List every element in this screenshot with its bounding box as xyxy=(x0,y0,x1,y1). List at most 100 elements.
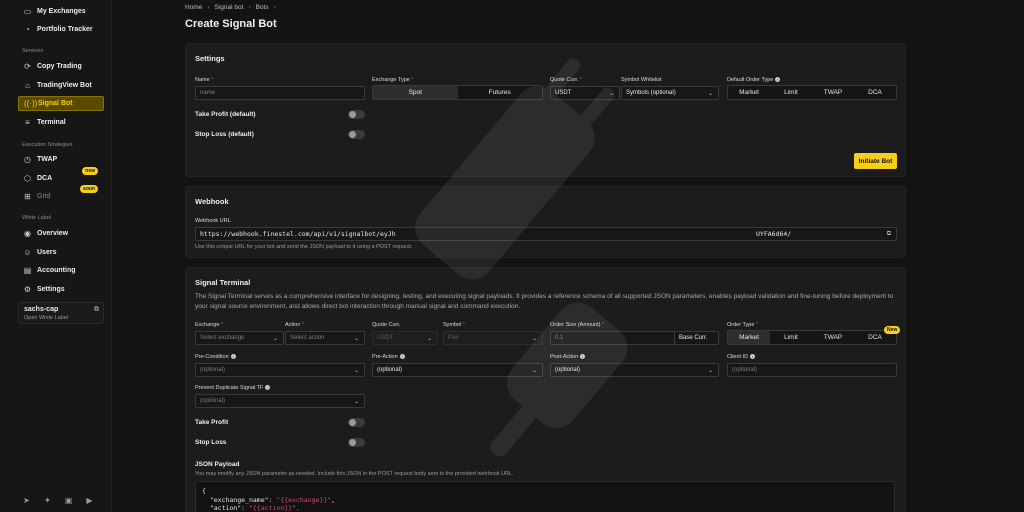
chevron-right-icon: › xyxy=(273,4,276,11)
webhook-url-start: https://webhook.finestel.com/api/v1/sign… xyxy=(200,230,396,238)
take-profit-toggle[interactable] xyxy=(348,418,365,427)
pre-condition-select[interactable]: (optional) ⌄ xyxy=(195,363,365,377)
webhook-url-label: Webhook URL xyxy=(195,218,231,224)
json-payload-title: JSON Payload xyxy=(195,461,240,468)
telegram-icon[interactable]: ➤ xyxy=(22,496,31,505)
json-value: "{{exchange}}" xyxy=(276,495,332,504)
settings-icon: ⚙ xyxy=(23,285,32,294)
info-icon: i xyxy=(399,354,405,360)
terminal-order-type-limit[interactable]: Limit xyxy=(770,331,812,344)
symbol-whitelist-label: Symbol Whitelist xyxy=(621,77,662,83)
linkedin-icon[interactable]: ▣ xyxy=(64,496,73,505)
section-services: Services xyxy=(22,48,44,54)
json-payload-hint: You may modify any JSON parameter as nee… xyxy=(195,471,514,477)
sidebar-item-signal-bot[interactable]: ((·)) Signal Bot xyxy=(18,96,104,111)
client-id-input[interactable]: (optional) xyxy=(727,363,897,377)
initiate-bot-button[interactable]: Initiate Bot xyxy=(854,153,897,169)
settings-card: Settings Name * name Exchange Type * Spo… xyxy=(185,43,906,177)
white-label-open: Open White Label xyxy=(24,315,69,321)
name-input[interactable]: name xyxy=(195,86,365,100)
info-icon: i xyxy=(750,354,756,360)
default-order-type-label: Default Order Type i xyxy=(727,77,781,83)
webhook-url-field[interactable]: https://webhook.finestel.com/api/v1/sign… xyxy=(195,227,897,241)
section-white-label: White Label xyxy=(22,215,52,221)
pre-action-select[interactable]: (optional) ⌄ xyxy=(372,363,543,377)
sidebar-item-dca[interactable]: ⬡ DCA new xyxy=(18,167,104,186)
breadcrumb-home[interactable]: Home xyxy=(185,4,202,11)
copy-icon: ⟳ xyxy=(24,62,31,71)
exchange-type-futures[interactable]: Futures xyxy=(458,86,543,99)
sidebar-item-overview[interactable]: ◉ Overview xyxy=(18,226,104,241)
chevron-down-icon: ⌄ xyxy=(353,335,359,342)
stop-loss-toggle[interactable] xyxy=(348,438,365,447)
exchange-type-spot[interactable]: Spot xyxy=(373,86,458,99)
sidebar-item-grid: ⊞ Grid soon xyxy=(18,185,104,204)
stop-loss-label: Stop Loss xyxy=(195,439,227,446)
white-label-card[interactable]: sachs-cap Open White Label ⧉ xyxy=(18,302,104,324)
prevent-duplicate-label: Prevent Duplicate Signal TF i xyxy=(195,385,271,391)
exchange-type-toggle: Spot Futures xyxy=(372,85,543,100)
chevron-down-icon: ⌄ xyxy=(272,335,278,342)
base-currency-unit[interactable]: Base Curr. xyxy=(674,332,707,344)
youtube-icon[interactable]: ▶ xyxy=(85,496,94,505)
order-type-limit[interactable]: Limit xyxy=(770,86,812,99)
order-type-toggle: Market Limit TWAP DCA xyxy=(727,330,897,345)
order-size-input[interactable]: 0.1 Base Curr. xyxy=(550,331,719,345)
order-type-dca[interactable]: DCA xyxy=(854,86,896,99)
twitter-icon[interactable]: ✦ xyxy=(43,496,52,505)
settings-title: Settings xyxy=(195,54,225,63)
chevron-down-icon: ⌄ xyxy=(353,398,359,405)
pre-action-label: Pre-Action i xyxy=(372,354,405,360)
sidebar-item-copy-trading[interactable]: ⟳ Copy Trading xyxy=(18,59,104,74)
signal-icon: ((·)) xyxy=(24,99,38,108)
sidebar-item-tradingview-bot[interactable]: ⌂ TradingView Bot xyxy=(18,78,104,93)
order-type-twap[interactable]: TWAP xyxy=(812,86,854,99)
symbol-select: Pair ⌄ xyxy=(443,331,543,345)
sidebar-item-twap[interactable]: ◷ TWAP xyxy=(18,152,104,167)
quote-currency-label: Quote Curr. * xyxy=(550,77,583,83)
terminal-order-type-twap[interactable]: TWAP xyxy=(812,331,854,344)
quote-currency-select[interactable]: USDT ⌄ xyxy=(550,86,620,100)
soon-badge: soon xyxy=(80,185,98,193)
webhook-url-end: UYFA6d64/ xyxy=(756,230,792,238)
symbol-whitelist-value: Symbols (optional) xyxy=(626,90,676,96)
json-value: "{{action}}", xyxy=(248,504,300,512)
breadcrumb-signal-bot[interactable]: Signal bot xyxy=(215,4,244,11)
grid-icon: ⊞ xyxy=(24,192,31,201)
copy-icon[interactable]: ⧉ xyxy=(887,230,891,238)
prevent-duplicate-select[interactable]: (optional) ⌄ xyxy=(195,394,365,408)
stop-loss-default-toggle[interactable] xyxy=(348,130,365,139)
terminal-order-type-market[interactable]: Market xyxy=(728,331,770,344)
breadcrumb-bots[interactable]: Bots xyxy=(256,4,269,11)
symbol-whitelist-select[interactable]: Symbols (optional) ⌄ xyxy=(621,86,719,100)
users-icon: ☺ xyxy=(23,248,32,257)
terminal-quote-label: Quote Curr. xyxy=(372,322,401,328)
clock-icon: ◷ xyxy=(24,155,31,164)
name-label: Name * xyxy=(195,77,214,83)
quote-currency-value: USDT xyxy=(555,90,572,96)
exchange-select[interactable]: Select exchange ⌄ xyxy=(195,331,284,345)
sidebar-item-users[interactable]: ☺ Users xyxy=(18,245,104,260)
sidebar-item-my-exchanges[interactable]: ▭ My Exchanges xyxy=(18,4,104,19)
action-select[interactable]: Select action ⌄ xyxy=(285,331,365,345)
sidebar-item-portfolio-tracker[interactable]: ◔ Portfolio Tracker xyxy=(18,22,104,37)
chart-icon: ◔ xyxy=(25,25,30,34)
info-icon: i xyxy=(265,385,271,391)
external-link-icon[interactable]: ⧉ xyxy=(94,306,99,314)
chevron-down-icon: ⌄ xyxy=(531,367,537,374)
overview-icon: ◉ xyxy=(24,229,31,238)
webhook-title: Webhook xyxy=(195,197,229,206)
stop-loss-default-label: Stop Loss (default) xyxy=(195,131,254,138)
order-size-label: Order Size (Amount) * xyxy=(550,322,605,328)
sidebar-item-settings[interactable]: ⚙ Settings xyxy=(18,282,104,297)
post-action-select[interactable]: (optional) ⌄ xyxy=(550,363,719,377)
chevron-down-icon: ⌄ xyxy=(426,335,432,342)
client-id-label: Client ID i xyxy=(727,354,756,360)
sidebar-item-accounting[interactable]: ▤ Accounting xyxy=(18,263,104,278)
take-profit-default-toggle[interactable] xyxy=(348,110,365,119)
chevron-down-icon: ⌄ xyxy=(707,90,713,97)
order-type-market[interactable]: Market xyxy=(728,86,770,99)
json-payload-editor[interactable]: { "exchange_name": "{{exchange}}", "acti… xyxy=(195,481,895,512)
sidebar-item-terminal[interactable]: ≡ Terminal xyxy=(18,115,104,130)
symbol-label: Symbol * xyxy=(443,322,466,328)
